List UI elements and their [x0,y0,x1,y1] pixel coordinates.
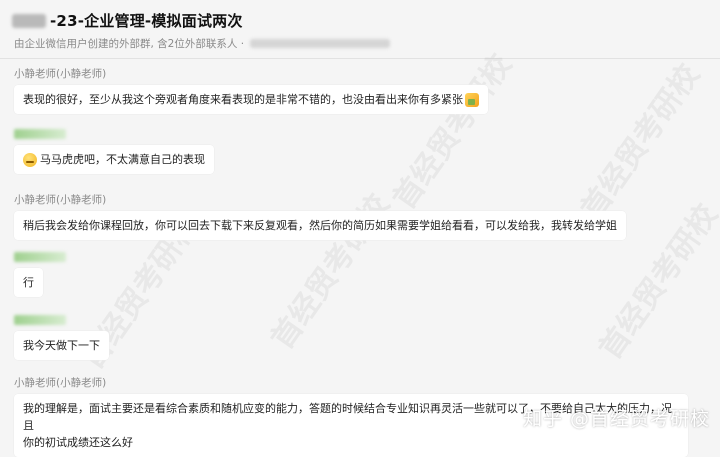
message-bubble[interactable]: 马马虎虎吧，不太满意自己的表现 [14,145,214,174]
message-bubble[interactable]: 稍后我会发给你课程回放，你可以回去下载下来反复观看，然后你的简历如果需要学姐给看… [14,211,626,240]
group-title[interactable]: -23-企业管理-模拟面试两次 [50,10,243,31]
thumbs-up-icon [465,93,479,107]
message: 小静老师(小静老师) 表现的很好，至少从我这个旁观者角度来看表现的是非常不错的，… [14,67,488,114]
redacted-sender-name [14,129,66,139]
redacted-group-prefix [12,13,46,28]
message-bubble[interactable]: 表现的很好，至少从我这个旁观者角度来看表现的是非常不错的，也没由看出来你有多紧张 [14,85,488,114]
subtitle-row: 由企业微信用户创建的外部群, 含2位外部联系人 · [14,36,391,51]
message-bubble[interactable]: 我今天做下一下 [14,331,109,360]
redacted-members [250,39,391,48]
sender-name[interactable]: 小静老师(小静老师) [14,193,626,207]
message-text: 表现的很好，至少从我这个旁观者角度来看表现的是非常不错的，也没由看出来你有多紧张 [23,93,463,106]
title-row: -23-企业管理-模拟面试两次 [12,10,243,31]
message-bubble[interactable]: 行 [14,268,43,297]
message-text-line: 你的初试成绩还这么好 [23,436,133,449]
group-subtitle: 由企业微信用户创建的外部群, 含2位外部联系人 · [14,38,245,50]
source-watermark: 知乎 @首经贸考研校 [522,408,710,430]
grin-icon [23,153,37,167]
message: 行 [14,252,66,297]
redacted-sender-name [14,315,66,325]
sender-name[interactable]: 小静老师(小静老师) [14,376,688,390]
redacted-sender-name [14,252,66,262]
message: 我今天做下一下 [14,315,109,360]
message: 小静老师(小静老师) 稍后我会发给你课程回放，你可以回去下载下来反复观看，然后你… [14,193,626,240]
chat-header: -23-企业管理-模拟面试两次 由企业微信用户创建的外部群, 含2位外部联系人 … [0,0,720,59]
message-text: 马马虎虎吧，不太满意自己的表现 [40,153,205,166]
message: 马马虎虎吧，不太满意自己的表现 [14,129,214,174]
sender-name[interactable]: 小静老师(小静老师) [14,67,488,81]
